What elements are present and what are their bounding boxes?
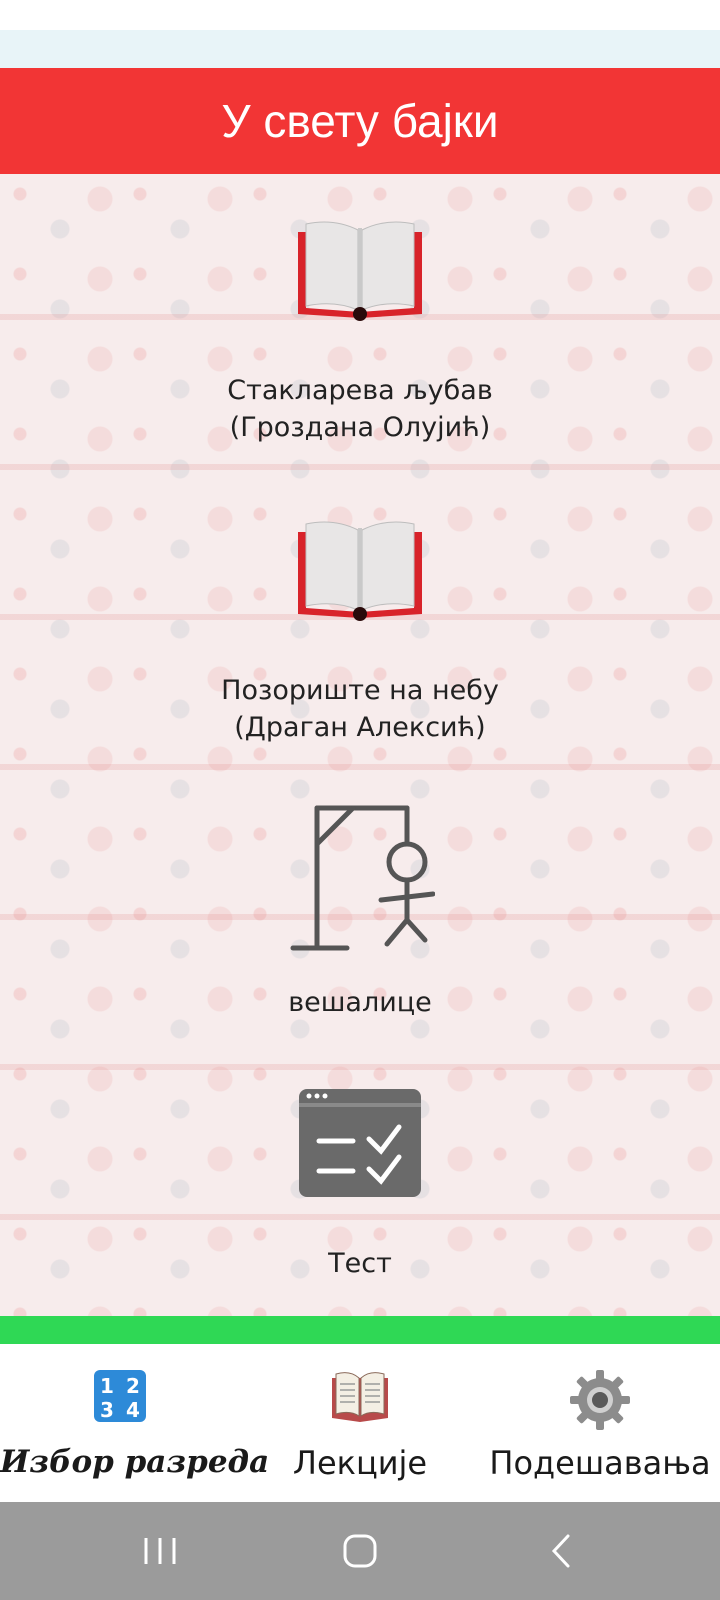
- nav-label: Лекције: [292, 1444, 428, 1482]
- home-button[interactable]: [300, 1502, 420, 1600]
- menu-item-test[interactable]: Тест: [0, 1089, 720, 1282]
- bottom-navigation: 1 2 3 4 Избор разреда Лекције Подешавања: [0, 1344, 720, 1502]
- recent-apps-button[interactable]: [100, 1502, 220, 1600]
- nav-label: Подешавања: [489, 1444, 711, 1482]
- app-title: У свету бајки: [221, 95, 499, 147]
- svg-text:1: 1: [100, 1374, 114, 1398]
- open-book-icon: [298, 221, 422, 321]
- back-icon: [551, 1534, 570, 1568]
- quiz-checklist-icon: [299, 1089, 421, 1197]
- content-area: Стакларева љубав (Гроздана Олујић) Позор…: [0, 174, 720, 1316]
- svg-text:4: 4: [126, 1398, 140, 1422]
- nav-tab-podesavanja[interactable]: Подешавања: [480, 1344, 720, 1502]
- menu-item-pozoriste-na-nebu[interactable]: Позориште на небу (Драган Алексић): [0, 514, 720, 746]
- svg-text:3: 3: [100, 1398, 114, 1422]
- menu-item-label: Тест: [328, 1248, 392, 1279]
- status-bar: [0, 0, 720, 30]
- accent-bar: [0, 1316, 720, 1344]
- nav-tab-lekcije[interactable]: Лекције: [240, 1344, 480, 1502]
- menu-item-label: вешалице: [288, 987, 432, 1018]
- nav-tab-izbor-razreda[interactable]: 1 2 3 4 Избор разреда: [0, 1344, 270, 1502]
- home-icon: [343, 1534, 377, 1568]
- numbers-keypad-icon: 1 2 3 4: [94, 1370, 146, 1422]
- hangman-icon: [290, 805, 435, 951]
- app-header: У свету бајки: [0, 68, 720, 174]
- book-icon: [332, 1372, 388, 1422]
- system-navigation-bar: [0, 1502, 720, 1600]
- open-book-icon: [298, 521, 422, 621]
- nav-label: Избор разреда: [0, 1444, 270, 1480]
- status-strip: [0, 30, 720, 68]
- recent-apps-icon: [144, 1538, 176, 1564]
- gear-icon: [570, 1370, 630, 1430]
- svg-text:2: 2: [126, 1374, 140, 1398]
- menu-item-label: Позориште на небу (Драган Алексић): [221, 675, 499, 743]
- menu-item-staklareva-ljubav[interactable]: Стакларева љубав (Гроздана Олујић): [0, 214, 720, 446]
- menu-item-label: Стакларева љубав (Гроздана Олујић): [227, 375, 493, 443]
- menu-item-vesalice[interactable]: вешалице: [0, 804, 720, 1021]
- back-button[interactable]: [500, 1502, 620, 1600]
